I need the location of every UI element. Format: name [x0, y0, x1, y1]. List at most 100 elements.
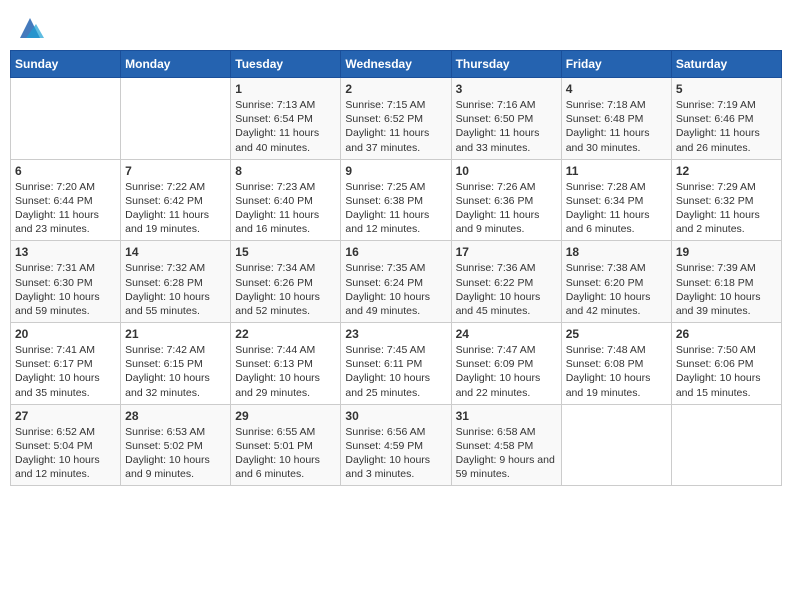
- day-cell: 31 Sunrise: 6:58 AM Sunset: 4:58 PM Dayli…: [451, 404, 561, 486]
- day-number: 24: [456, 327, 557, 341]
- day-cell: 1 Sunrise: 7:13 AM Sunset: 6:54 PM Daylig…: [231, 78, 341, 160]
- day-info: Sunrise: 7:26 AM Sunset: 6:36 PM Dayligh…: [456, 180, 557, 237]
- header-cell-friday: Friday: [561, 51, 671, 78]
- header-cell-saturday: Saturday: [671, 51, 781, 78]
- day-info: Sunrise: 7:38 AM Sunset: 6:20 PM Dayligh…: [566, 261, 667, 318]
- page-header: [10, 10, 782, 42]
- day-info: Sunrise: 7:42 AM Sunset: 6:15 PM Dayligh…: [125, 343, 226, 400]
- day-info: Sunrise: 7:13 AM Sunset: 6:54 PM Dayligh…: [235, 98, 336, 155]
- day-cell: 9 Sunrise: 7:25 AM Sunset: 6:38 PM Daylig…: [341, 159, 451, 241]
- day-cell: 12Sunrise: 7:29 AM Sunset: 6:32 PM Dayli…: [671, 159, 781, 241]
- day-number: 3: [456, 82, 557, 96]
- day-info: Sunrise: 6:53 AM Sunset: 5:02 PM Dayligh…: [125, 425, 226, 482]
- day-info: Sunrise: 7:36 AM Sunset: 6:22 PM Dayligh…: [456, 261, 557, 318]
- day-number: 11: [566, 164, 667, 178]
- day-info: Sunrise: 7:48 AM Sunset: 6:08 PM Dayligh…: [566, 343, 667, 400]
- day-cell: 14Sunrise: 7:32 AM Sunset: 6:28 PM Dayli…: [121, 241, 231, 323]
- day-cell: 13Sunrise: 7:31 AM Sunset: 6:30 PM Dayli…: [11, 241, 121, 323]
- day-number: 5: [676, 82, 777, 96]
- day-cell: 10Sunrise: 7:26 AM Sunset: 6:36 PM Dayli…: [451, 159, 561, 241]
- day-number: 7: [125, 164, 226, 178]
- day-number: 25: [566, 327, 667, 341]
- day-info: Sunrise: 7:18 AM Sunset: 6:48 PM Dayligh…: [566, 98, 667, 155]
- day-info: Sunrise: 7:28 AM Sunset: 6:34 PM Dayligh…: [566, 180, 667, 237]
- day-info: Sunrise: 7:31 AM Sunset: 6:30 PM Dayligh…: [15, 261, 116, 318]
- day-info: Sunrise: 6:55 AM Sunset: 5:01 PM Dayligh…: [235, 425, 336, 482]
- day-number: 30: [345, 409, 446, 423]
- header-row: SundayMondayTuesdayWednesdayThursdayFrid…: [11, 51, 782, 78]
- day-cell: 2 Sunrise: 7:15 AM Sunset: 6:52 PM Daylig…: [341, 78, 451, 160]
- day-info: Sunrise: 7:25 AM Sunset: 6:38 PM Dayligh…: [345, 180, 446, 237]
- day-cell: 28 Sunrise: 6:53 AM Sunset: 5:02 PM Dayli…: [121, 404, 231, 486]
- day-cell: 21 Sunrise: 7:42 AM Sunset: 6:15 PM Dayli…: [121, 323, 231, 405]
- day-number: 26: [676, 327, 777, 341]
- day-info: Sunrise: 7:50 AM Sunset: 6:06 PM Dayligh…: [676, 343, 777, 400]
- week-row-1: 1 Sunrise: 7:13 AM Sunset: 6:54 PM Daylig…: [11, 78, 782, 160]
- day-cell: 18 Sunrise: 7:38 AM Sunset: 6:20 PM Dayli…: [561, 241, 671, 323]
- day-info: Sunrise: 7:15 AM Sunset: 6:52 PM Dayligh…: [345, 98, 446, 155]
- day-number: 20: [15, 327, 116, 341]
- header-cell-wednesday: Wednesday: [341, 51, 451, 78]
- day-cell: 11 Sunrise: 7:28 AM Sunset: 6:34 PM Dayli…: [561, 159, 671, 241]
- header-cell-sunday: Sunday: [11, 51, 121, 78]
- day-number: 23: [345, 327, 446, 341]
- day-cell: 3 Sunrise: 7:16 AM Sunset: 6:50 PM Daylig…: [451, 78, 561, 160]
- day-number: 21: [125, 327, 226, 341]
- day-info: Sunrise: 7:44 AM Sunset: 6:13 PM Dayligh…: [235, 343, 336, 400]
- day-info: Sunrise: 7:34 AM Sunset: 6:26 PM Dayligh…: [235, 261, 336, 318]
- day-cell: [11, 78, 121, 160]
- day-number: 9: [345, 164, 446, 178]
- day-number: 19: [676, 245, 777, 259]
- day-cell: 30 Sunrise: 6:56 AM Sunset: 4:59 PM Dayli…: [341, 404, 451, 486]
- day-cell: [121, 78, 231, 160]
- day-cell: 7 Sunrise: 7:22 AM Sunset: 6:42 PM Daylig…: [121, 159, 231, 241]
- day-cell: 22 Sunrise: 7:44 AM Sunset: 6:13 PM Dayli…: [231, 323, 341, 405]
- day-number: 14: [125, 245, 226, 259]
- day-number: 29: [235, 409, 336, 423]
- week-row-5: 27 Sunrise: 6:52 AM Sunset: 5:04 PM Dayli…: [11, 404, 782, 486]
- day-number: 22: [235, 327, 336, 341]
- day-cell: 24 Sunrise: 7:47 AM Sunset: 6:09 PM Dayli…: [451, 323, 561, 405]
- day-cell: 5Sunrise: 7:19 AM Sunset: 6:46 PM Daylig…: [671, 78, 781, 160]
- week-row-4: 20 Sunrise: 7:41 AM Sunset: 6:17 PM Dayli…: [11, 323, 782, 405]
- header-cell-tuesday: Tuesday: [231, 51, 341, 78]
- logo-icon: [16, 14, 44, 42]
- day-cell: 23Sunrise: 7:45 AM Sunset: 6:11 PM Dayli…: [341, 323, 451, 405]
- day-cell: 27 Sunrise: 6:52 AM Sunset: 5:04 PM Dayli…: [11, 404, 121, 486]
- day-number: 28: [125, 409, 226, 423]
- header-cell-monday: Monday: [121, 51, 231, 78]
- day-info: Sunrise: 7:16 AM Sunset: 6:50 PM Dayligh…: [456, 98, 557, 155]
- week-row-3: 13Sunrise: 7:31 AM Sunset: 6:30 PM Dayli…: [11, 241, 782, 323]
- day-number: 2: [345, 82, 446, 96]
- day-info: Sunrise: 7:39 AM Sunset: 6:18 PM Dayligh…: [676, 261, 777, 318]
- day-info: Sunrise: 7:41 AM Sunset: 6:17 PM Dayligh…: [15, 343, 116, 400]
- day-cell: 17 Sunrise: 7:36 AM Sunset: 6:22 PM Dayli…: [451, 241, 561, 323]
- week-row-2: 6Sunrise: 7:20 AM Sunset: 6:44 PM Daylig…: [11, 159, 782, 241]
- day-number: 16: [345, 245, 446, 259]
- day-info: Sunrise: 6:58 AM Sunset: 4:58 PM Dayligh…: [456, 425, 557, 482]
- day-number: 4: [566, 82, 667, 96]
- day-info: Sunrise: 7:47 AM Sunset: 6:09 PM Dayligh…: [456, 343, 557, 400]
- day-number: 8: [235, 164, 336, 178]
- day-info: Sunrise: 7:35 AM Sunset: 6:24 PM Dayligh…: [345, 261, 446, 318]
- day-cell: [671, 404, 781, 486]
- day-cell: 20 Sunrise: 7:41 AM Sunset: 6:17 PM Dayli…: [11, 323, 121, 405]
- day-cell: 15 Sunrise: 7:34 AM Sunset: 6:26 PM Dayli…: [231, 241, 341, 323]
- day-info: Sunrise: 7:23 AM Sunset: 6:40 PM Dayligh…: [235, 180, 336, 237]
- day-cell: 25 Sunrise: 7:48 AM Sunset: 6:08 PM Dayli…: [561, 323, 671, 405]
- day-number: 31: [456, 409, 557, 423]
- day-info: Sunrise: 6:52 AM Sunset: 5:04 PM Dayligh…: [15, 425, 116, 482]
- header-cell-thursday: Thursday: [451, 51, 561, 78]
- day-number: 18: [566, 245, 667, 259]
- day-cell: 29 Sunrise: 6:55 AM Sunset: 5:01 PM Dayli…: [231, 404, 341, 486]
- day-info: Sunrise: 6:56 AM Sunset: 4:59 PM Dayligh…: [345, 425, 446, 482]
- day-info: Sunrise: 7:29 AM Sunset: 6:32 PM Dayligh…: [676, 180, 777, 237]
- day-cell: 26 Sunrise: 7:50 AM Sunset: 6:06 PM Dayli…: [671, 323, 781, 405]
- day-cell: 19 Sunrise: 7:39 AM Sunset: 6:18 PM Dayli…: [671, 241, 781, 323]
- day-info: Sunrise: 7:22 AM Sunset: 6:42 PM Dayligh…: [125, 180, 226, 237]
- day-number: 15: [235, 245, 336, 259]
- day-cell: 16 Sunrise: 7:35 AM Sunset: 6:24 PM Dayli…: [341, 241, 451, 323]
- day-number: 27: [15, 409, 116, 423]
- day-number: 17: [456, 245, 557, 259]
- day-number: 1: [235, 82, 336, 96]
